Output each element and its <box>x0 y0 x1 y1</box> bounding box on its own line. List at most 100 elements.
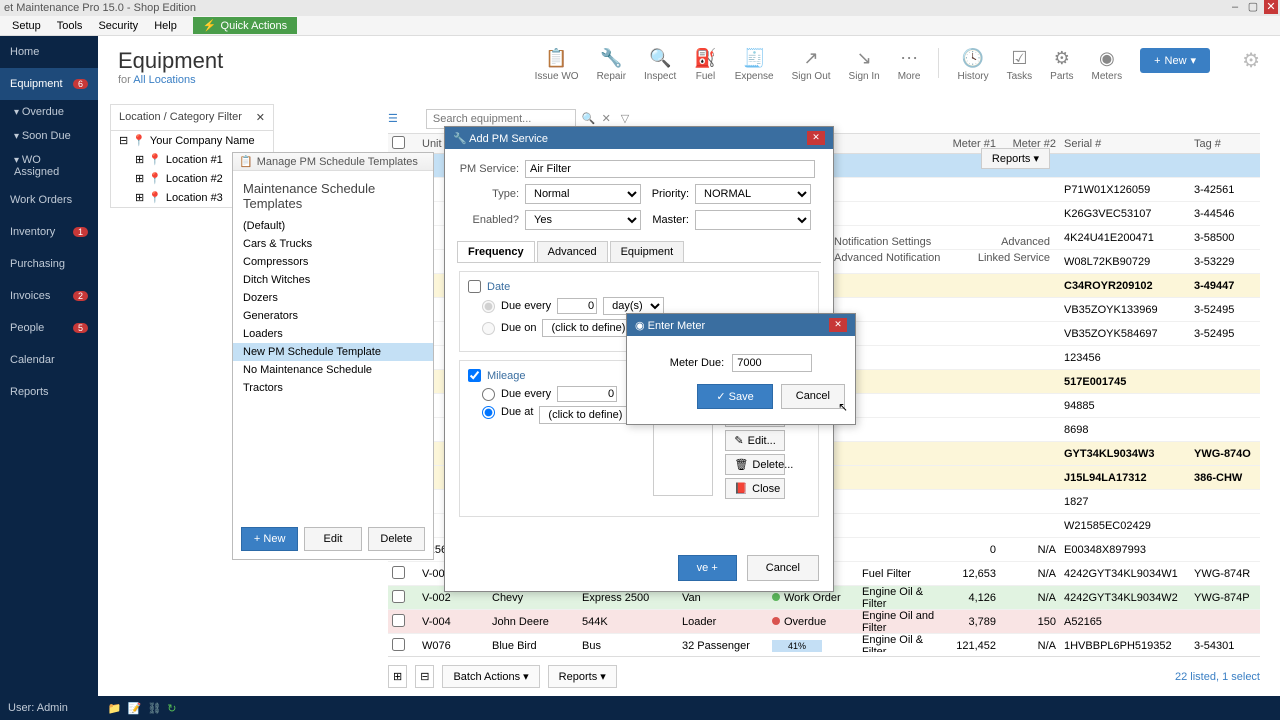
sidebar-calendar[interactable]: Calendar <box>0 344 98 376</box>
gear-icon[interactable]: ⚙ <box>1242 48 1260 73</box>
filter-icon[interactable]: ▽ <box>621 112 629 125</box>
tab-frequency[interactable]: Frequency <box>457 241 535 262</box>
master-select[interactable] <box>695 210 811 230</box>
pm-service-input[interactable] <box>525 160 815 178</box>
mileage-every-input[interactable] <box>557 386 617 402</box>
toolbar: 📋Issue WO 🔧Repair 🔍Inspect ⛽Fuel 🧾Expens… <box>535 48 1260 86</box>
sidebar-overdue[interactable]: ▾ Overdue <box>0 100 98 124</box>
quick-actions-button[interactable]: ⚡ Quick Actions <box>193 17 297 34</box>
bolt-icon: ⚡ <box>203 19 217 32</box>
sidebar-equipment[interactable]: Equipment6 <box>0 68 98 100</box>
template-item[interactable]: Loaders <box>233 325 433 343</box>
table-row[interactable]: W076Blue BirdBus32 Passenger41%Engine Oi… <box>388 634 1260 652</box>
batch-actions-button[interactable]: Batch Actions ▾ <box>442 665 539 688</box>
close-icon[interactable]: ✕ <box>1264 0 1278 14</box>
template-item[interactable]: Generators <box>233 307 433 325</box>
menu-setup[interactable]: Setup <box>4 18 49 34</box>
tasks-button[interactable]: ☑Tasks <box>1007 48 1033 82</box>
chain-icon[interactable]: ⛓ <box>147 702 161 715</box>
template-item[interactable]: (Default) <box>233 217 433 235</box>
menu-tools[interactable]: Tools <box>49 18 91 34</box>
template-item[interactable]: Dozers <box>233 289 433 307</box>
repair-button[interactable]: 🔧Repair <box>597 48 626 82</box>
mileage-due-every-radio[interactable] <box>482 388 495 401</box>
close-icon[interactable]: ✕ <box>602 112 611 125</box>
meter-icon: ◉ <box>1099 48 1115 69</box>
mileage-due-at-radio[interactable] <box>482 406 495 419</box>
col-tag[interactable]: Tag # <box>1190 138 1260 150</box>
folder-icon[interactable]: 📁 <box>108 702 122 715</box>
due-every-input[interactable] <box>557 298 597 314</box>
history-button[interactable]: 🕓History <box>957 48 988 82</box>
meters-button[interactable]: ◉Meters <box>1092 48 1123 82</box>
footer-reports-button[interactable]: Reports ▾ <box>548 665 617 688</box>
modal-close-button[interactable]: ✕ <box>807 131 825 145</box>
select-all-checkbox[interactable] <box>392 136 405 149</box>
priority-select[interactable]: NORMAL <box>695 184 811 204</box>
sidebar-invoices[interactable]: Invoices2 <box>0 280 98 312</box>
refresh-icon[interactable]: ↻ <box>167 702 176 715</box>
pencil-icon: ✎ <box>734 434 743 447</box>
signout-button[interactable]: ↗Sign Out <box>792 48 831 82</box>
enabled-select[interactable]: Yes <box>525 210 641 230</box>
tree-root[interactable]: ⊟📍Your Company Name <box>111 131 273 150</box>
reports-dropdown[interactable]: Reports ▾ <box>981 148 1050 169</box>
menu-help[interactable]: Help <box>146 18 185 34</box>
mileage-checkbox[interactable] <box>468 369 481 382</box>
trash-icon: 🗑 <box>734 458 748 471</box>
col-serial[interactable]: Serial # <box>1060 138 1190 150</box>
search-icon[interactable]: 🔍 <box>582 112 596 125</box>
template-item[interactable]: Compressors <box>233 253 433 271</box>
meter-cancel-button[interactable]: Cancel <box>781 384 845 409</box>
template-item[interactable]: Ditch Witches <box>233 271 433 289</box>
expand-icon[interactable]: ⊞ <box>388 665 407 688</box>
fuel-button[interactable]: ⛽Fuel <box>694 48 716 82</box>
meter-due-input[interactable] <box>732 354 812 372</box>
sidebar-reports[interactable]: Reports <box>0 376 98 408</box>
issue-wo-button[interactable]: 📋Issue WO <box>535 48 579 82</box>
mileage-edit-button[interactable]: ✎Edit... <box>725 430 785 451</box>
sidebar-wo-assigned[interactable]: ▾ WO Assigned <box>0 148 98 184</box>
template-item[interactable]: Tractors <box>233 379 433 397</box>
due-on-radio[interactable] <box>482 322 495 335</box>
menu-security[interactable]: Security <box>90 18 146 34</box>
minimize-icon[interactable]: – <box>1228 0 1242 14</box>
list-icon[interactable]: ☰ <box>388 112 398 125</box>
more-button[interactable]: ⋯More <box>898 48 921 82</box>
sidebar-inventory[interactable]: Inventory1 <box>0 216 98 248</box>
templates-edit-button[interactable]: Edit <box>304 527 361 551</box>
sidebar-purchasing[interactable]: Purchasing <box>0 248 98 280</box>
pm-save-button[interactable]: ve + <box>678 555 737 581</box>
sidebar-people[interactable]: People5 <box>0 312 98 344</box>
meter-close-button[interactable]: ✕ <box>829 318 847 332</box>
template-item[interactable]: No Maintenance Schedule <box>233 361 433 379</box>
mileage-delete-button[interactable]: 🗑Delete... <box>725 454 785 475</box>
due-every-radio[interactable] <box>482 300 495 313</box>
mileage-close-button[interactable]: 📕Close <box>725 478 785 499</box>
date-checkbox[interactable] <box>468 280 481 293</box>
receipt-icon: 🧾 <box>743 48 765 69</box>
all-locations-link[interactable]: All Locations <box>133 74 195 86</box>
parts-button[interactable]: ⚙Parts <box>1050 48 1073 82</box>
new-button[interactable]: +New▾ <box>1140 48 1210 73</box>
tab-advanced[interactable]: Advanced <box>537 241 608 262</box>
collapse-icon[interactable]: ⊟ <box>415 665 434 688</box>
type-select[interactable]: Normal <box>525 184 641 204</box>
template-item[interactable]: New PM Schedule Template <box>233 343 433 361</box>
templates-new-button[interactable]: + New <box>241 527 298 551</box>
maximize-icon[interactable]: ▢ <box>1246 0 1260 14</box>
pm-cancel-button[interactable]: Cancel <box>747 555 819 581</box>
signin-button[interactable]: ↘Sign In <box>849 48 880 82</box>
table-row[interactable]: V-004John Deere544KLoaderOverdueEngine O… <box>388 610 1260 634</box>
sidebar-work-orders[interactable]: Work Orders <box>0 184 98 216</box>
note-icon[interactable]: 📝 <box>128 702 142 715</box>
tab-equipment[interactable]: Equipment <box>610 241 685 262</box>
inspect-button[interactable]: 🔍Inspect <box>644 48 676 82</box>
meter-save-button[interactable]: ✓ Save <box>697 384 772 409</box>
template-item[interactable]: Cars & Trucks <box>233 235 433 253</box>
close-icon[interactable]: ✕ <box>256 111 265 124</box>
sidebar-home[interactable]: Home <box>0 36 98 68</box>
expense-button[interactable]: 🧾Expense <box>735 48 774 82</box>
templates-delete-button[interactable]: Delete <box>368 527 425 551</box>
sidebar-soon-due[interactable]: ▾ Soon Due <box>0 124 98 148</box>
